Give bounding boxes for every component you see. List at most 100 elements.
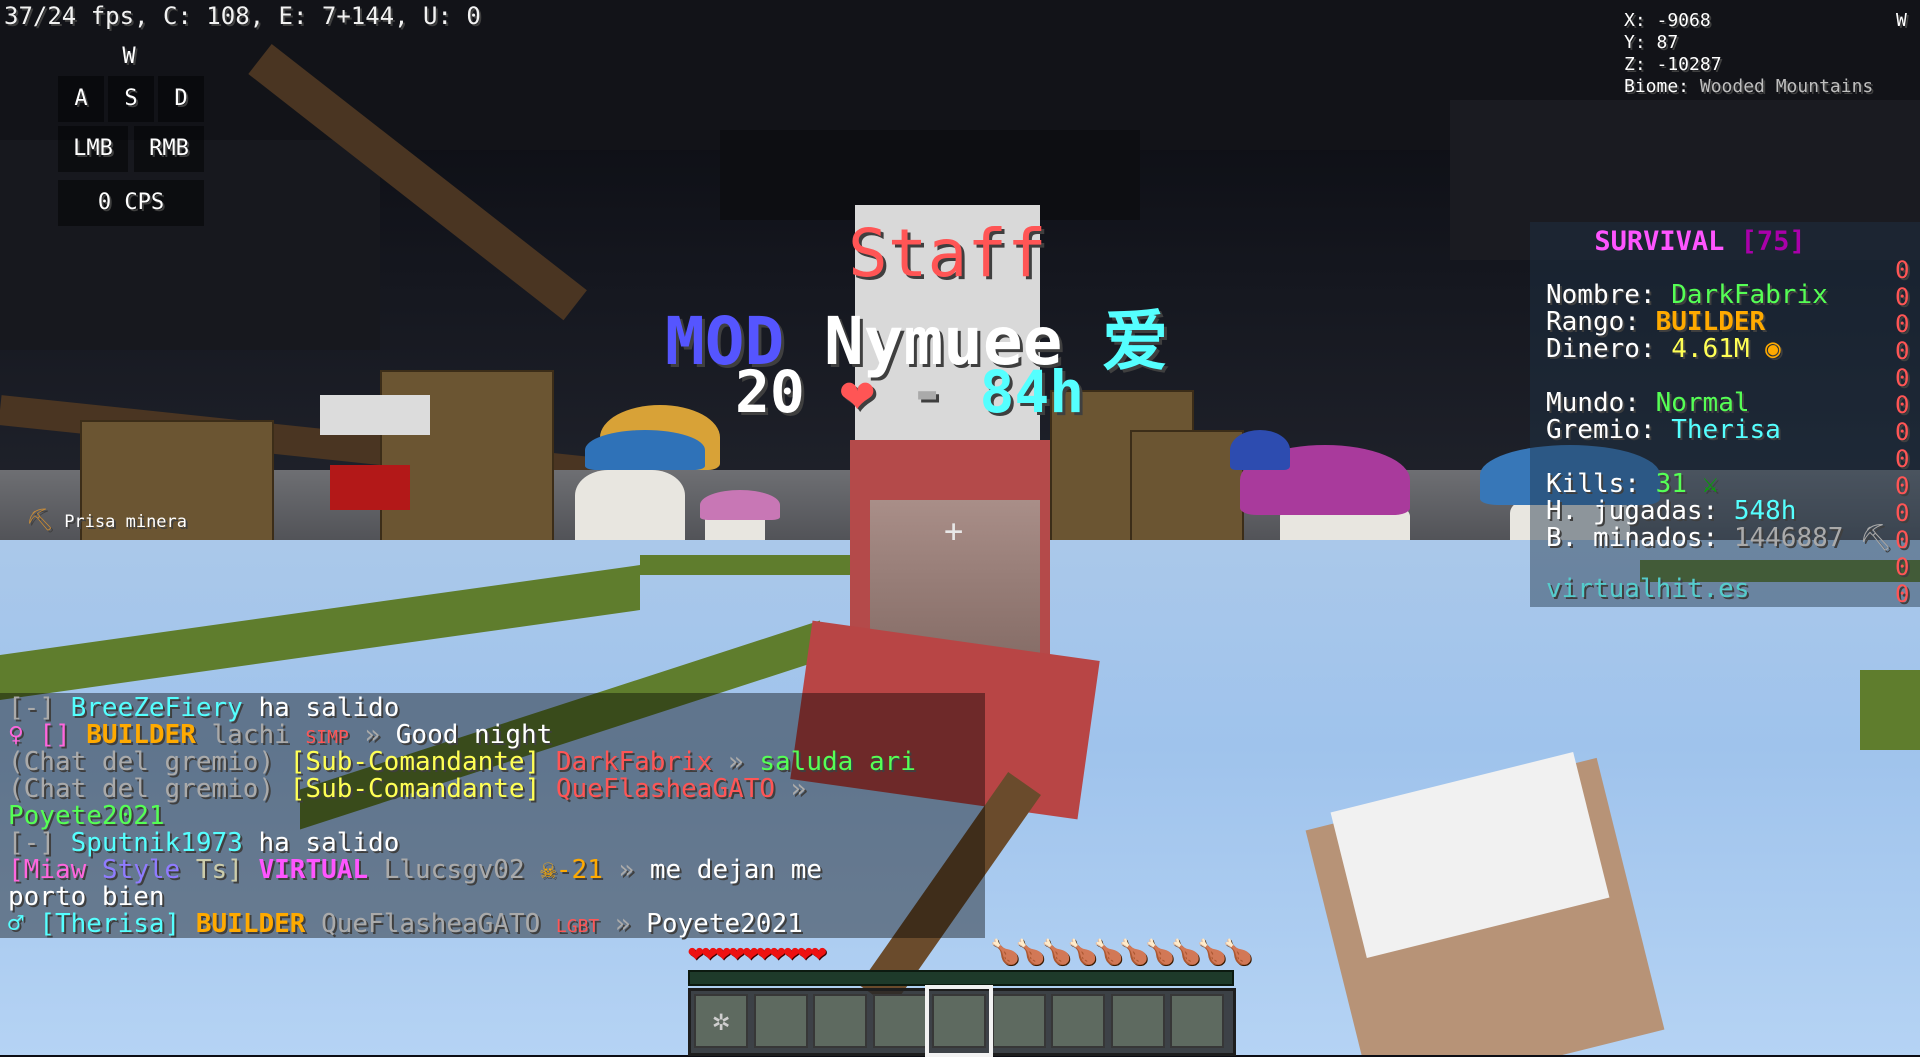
score-digit: 0 <box>1895 526 1910 554</box>
sb-rango-value: BUILDER <box>1655 307 1766 337</box>
hotbar: ✲ <box>688 985 1236 1057</box>
chat-line: [Miaw Style Ts] VIRTUAL Llucsgv02 ☠-21 »… <box>8 855 822 885</box>
grass-path <box>1860 670 1920 750</box>
score-digit: 0 <box>1895 310 1910 338</box>
chat-player: QueFlasheaGATO <box>540 774 776 804</box>
swords-icon: ⚔ <box>1702 469 1719 499</box>
chat-tag: Style <box>86 855 181 885</box>
coord-x: X: -9068 <box>1624 10 1711 31</box>
sb-dinero: Dinero: 4.61M ◉ <box>1546 334 1781 364</box>
chat-rank: BUILDER <box>86 720 196 750</box>
key-d: D <box>158 76 204 122</box>
pickaxe-icon: ⛏ <box>1859 523 1893 553</box>
chat-sep: » <box>775 774 807 804</box>
chat-sep: » <box>602 855 650 885</box>
scoreboard-title: SURVIVAL [75] <box>1530 226 1870 257</box>
hotbar-slot-2[interactable] <box>753 994 808 1048</box>
house <box>1130 430 1244 554</box>
scoreboard: SURVIVAL [75] Nombre: DarkFabrix Rango: … <box>1530 222 1920 608</box>
hotbar-slot-9[interactable] <box>1170 994 1224 1048</box>
active-effect: ⛏ Prisa minera <box>26 508 187 533</box>
hunger-drumstick-icon: 🍗🍗🍗🍗🍗🍗🍗🍗🍗🍗 <box>990 938 1253 966</box>
sb-nombre: Nombre: DarkFabrix <box>1546 280 1828 310</box>
sb-kills-value: 31 <box>1655 469 1687 499</box>
chat-text: me dejan me <box>649 855 823 885</box>
cps-counter: 0 CPS <box>58 180 204 226</box>
chat-line: ♀ [] BUILDER lachi SIMP » Good night <box>8 720 552 750</box>
chat-tag: Ts] <box>180 855 243 885</box>
chat-prefix: [-] <box>8 828 71 858</box>
sb-minados-value: 1446887 <box>1733 523 1844 553</box>
sb-dinero-value: 4.61M <box>1671 334 1750 364</box>
sb-rango-label: Rango: <box>1546 307 1656 337</box>
sb-nombre-value: DarkFabrix <box>1671 280 1828 310</box>
hotbar-selected-slot <box>925 985 993 1057</box>
hours-value: 84h <box>979 358 1085 426</box>
chat-player: BreeZeFiery <box>70 693 243 723</box>
key-rmb: RMB <box>134 126 204 172</box>
chat-prefix: ♂ <box>8 909 40 939</box>
gear-icon: ✲ <box>711 1003 731 1038</box>
key-a: A <box>58 76 104 122</box>
hotbar-slot-4[interactable] <box>872 994 927 1048</box>
health-value: 20 <box>735 358 805 426</box>
hotbar-slot-8[interactable] <box>1110 994 1165 1048</box>
chat-text: Good night <box>395 720 553 750</box>
chat-channel: (Chat del gremio) <box>8 774 290 804</box>
score-digit: 0 <box>1895 364 1910 392</box>
sb-mundo-label: Mundo: <box>1546 388 1656 418</box>
chat-player: lachi <box>195 720 306 750</box>
score-digit: 0 <box>1895 283 1910 311</box>
chat-line: Poyete2021 <box>8 801 165 831</box>
grass-path <box>640 555 860 575</box>
chat-player: Sputnik1973 <box>70 828 243 858</box>
snow-block <box>320 395 430 435</box>
sb-rango: Rango: BUILDER <box>1546 307 1765 337</box>
hotbar-slot-7[interactable] <box>1051 994 1105 1048</box>
score-digit: 0 <box>1895 337 1910 365</box>
chat-sep: » <box>348 720 396 750</box>
heart-icon: ❤ <box>839 358 875 426</box>
nametag-stats: 20 ❤ - 84h <box>735 358 1084 426</box>
biome-label: Biome: <box>1624 76 1700 97</box>
sb-kills: Kills: 31 ⚔ <box>1546 469 1718 499</box>
chat-text: porto bien <box>8 882 165 912</box>
sb-gremio-label: Gremio: <box>1546 415 1672 445</box>
chat-channel: (Chat del gremio) <box>8 747 290 777</box>
score-digit: 0 <box>1895 391 1910 419</box>
chat-text: Poyete2021 <box>8 801 165 831</box>
chat-text: saluda ari <box>759 747 916 777</box>
hotbar-slot-3[interactable] <box>813 994 867 1048</box>
chat-line: [-] BreeZeFiery ha salido <box>8 693 399 723</box>
score-digit: 0 <box>1895 256 1910 284</box>
hotbar-slot-6[interactable] <box>991 994 1046 1048</box>
key-w: W <box>122 44 136 69</box>
mushroom-cap <box>585 430 705 470</box>
chat-rank: BUILDER <box>180 909 306 939</box>
sb-dinero-label: Dinero: <box>1546 334 1672 364</box>
score-digit: 0 <box>1895 418 1910 446</box>
sb-minados-label: B. minados: <box>1546 523 1734 553</box>
key-lmb: LMB <box>58 126 128 172</box>
chat-tag: SIMP <box>305 727 349 748</box>
chat-line: ♂ [Therisa] BUILDER QueFlasheaGATO LGBT … <box>8 909 803 939</box>
chat-player: QueFlasheaGATO <box>305 909 556 939</box>
coord-y: Y: 87 <box>1624 32 1679 53</box>
score-digit: 0 <box>1895 499 1910 527</box>
experience-bar <box>688 970 1234 986</box>
chat-tag: LGBT <box>555 916 600 937</box>
staff-tag: Staff <box>848 215 1047 292</box>
sb-horas: H. jugadas: 548h <box>1546 496 1796 526</box>
name-glyph: 爱 <box>1102 303 1169 380</box>
coordinates-panel: X: -9068 Y: 87 Z: -10287 Biome: Wooded M… <box>1624 10 1873 98</box>
sb-kills-label: Kills: <box>1546 469 1656 499</box>
skull-icon: ☠-21 <box>540 855 603 885</box>
hotbar-slot-1[interactable]: ✲ <box>694 994 748 1048</box>
chat-line: [-] Sputnik1973 ha salido <box>8 828 399 858</box>
coord-z: Z: -10287 <box>1624 54 1722 75</box>
sb-mundo-value: Normal <box>1655 388 1750 418</box>
sb-footer: virtualhit.es <box>1546 574 1750 604</box>
chat-prefix: [-] <box>8 693 71 723</box>
compass-direction: W <box>1896 10 1907 31</box>
crosshair-icon: + <box>944 512 964 550</box>
